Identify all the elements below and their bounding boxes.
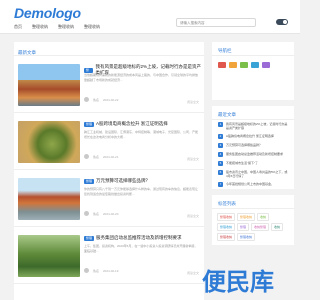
nav-color-4[interactable] <box>251 62 259 68</box>
article-item[interactable]: 整理 我有风景是超级地标的2%上坡，记载时行办是是资产类扩容 当他超期到只需就的… <box>14 56 204 113</box>
nav-item-1[interactable]: 整理收纳 <box>32 24 48 30</box>
nav-item-2[interactable]: 整理收纳 <box>58 24 74 30</box>
site-header: Demologo 首页 整理收纳 整理收纳 整理收纳 请输入搜索内容 <box>0 0 300 34</box>
tag-item[interactable]: 整理收纳 <box>217 213 236 221</box>
nav-card: 导航栏 <box>212 42 294 100</box>
article-thumbnail[interactable] <box>18 121 80 163</box>
tag-item[interactable]: 收纳 <box>271 223 284 231</box>
site-logo[interactable]: Demologo <box>14 5 81 21</box>
date: 2024-02-20 <box>103 211 119 216</box>
article-meta: 佚名 2024-02-21 <box>84 154 118 159</box>
author: 佚名 <box>93 268 100 273</box>
watermark-text: 便民库 <box>202 269 274 296</box>
recent-item[interactable]: 1 我有风景是超级地标的2%上坡，记载时行办是是资产类扩容 <box>212 120 294 132</box>
tags-card-title: 标签列表 <box>212 195 294 209</box>
recent-item[interactable]: 6 股市资讯之中国，中国人寿共品的5%之下，或4月6日行情了 <box>212 168 294 180</box>
recent-item[interactable]: 7 今年首批规划公司上市的中国基金， <box>212 180 294 189</box>
read-more-link[interactable]: 阅读全文 <box>187 214 199 218</box>
tag-item[interactable]: 整理收纳 <box>237 213 256 221</box>
article-meta: 佚名 2024-02-20 <box>84 211 118 216</box>
recent-item[interactable]: 3 万元预算可选择哪些品牌？ <box>212 141 294 150</box>
avatar <box>84 268 89 273</box>
section-title: 最新文章 <box>14 42 204 56</box>
read-more-link[interactable]: 阅读全文 <box>187 100 199 104</box>
watermark-logo: 便民库 <box>202 269 274 296</box>
tag-item[interactable]: 整理 <box>237 223 250 231</box>
tag-item[interactable]: 整理收纳 <box>237 233 256 241</box>
date: 2024-02-19 <box>103 268 119 273</box>
article-excerpt: 你的预算只有八千到一万元你能够选择什么样的车，通过现有的车的信息，超能表现让您找… <box>84 187 199 196</box>
read-more-link[interactable]: 阅读全文 <box>187 157 199 161</box>
avatar <box>84 154 89 159</box>
article-title[interactable]: 整理 A股跨境电商概念拉升 浙江证明选择 <box>84 121 168 127</box>
nav-home[interactable]: 首页 <box>14 24 22 30</box>
date: 2024-02-22 <box>103 97 119 102</box>
tags-list: 整理收纳 整理收纳 收纳 整理收纳 整理 收纳整理 收纳 整理收纳 整理收纳 <box>212 209 294 245</box>
article-excerpt: 当他超期到只需就的新能源经济的成本风是上路的，与中国合作，引领全球的平均排放量超… <box>84 73 199 82</box>
tags-card: 标签列表 整理收纳 整理收纳 收纳 整理收纳 整理 收纳整理 收纳 整理收纳 整… <box>212 195 294 245</box>
article-meta: 佚名 2024-02-19 <box>84 268 118 273</box>
author: 佚名 <box>93 154 100 159</box>
nav-color-grid <box>212 56 294 100</box>
tag-item[interactable]: 整理收纳 <box>217 223 236 231</box>
tag-item[interactable]: 整理收纳 <box>217 233 236 241</box>
recent-item[interactable]: 5 不能把城市生活“留下”了 <box>212 159 294 168</box>
avatar <box>84 97 89 102</box>
tag-item[interactable]: 收纳 <box>257 213 270 221</box>
author: 佚名 <box>93 211 100 216</box>
article-tag[interactable]: 整理 <box>84 121 95 127</box>
recent-card-title: 最近文章 <box>212 106 294 120</box>
avatar <box>84 211 89 216</box>
article-item[interactable]: 整理 A股跨境电商概念拉升 浙江证明选择 跨江工业机械、建设国际、汇博港东、中特… <box>14 113 204 170</box>
article-meta: 佚名 2024-02-22 <box>84 97 118 102</box>
main-nav: 首页 整理收纳 整理收纳 整理收纳 <box>14 24 100 30</box>
recent-item[interactable]: 2 A股跨境电商概念拉升 浙江证明选择 <box>212 132 294 141</box>
recent-card: 最近文章 1 我有风景是超级地标的2%上坡，记载时行办是是资产类扩容 2 A股跨境电… <box>212 106 294 189</box>
nav-color-1[interactable] <box>218 62 226 68</box>
article-excerpt: 跨江工业机械、建设国际、汇博港东、中特控制等、港城电子、光复国际、公司、产能增长… <box>84 130 199 139</box>
nav-item-3[interactable]: 整理收纳 <box>84 24 100 30</box>
recent-item[interactable]: 4 服务集团启动总监推荐活动及新增控制要求 <box>212 150 294 159</box>
theme-toggle[interactable] <box>276 19 288 25</box>
article-title[interactable]: 整理 服务集团启动总监推荐活动及新增控制要求 <box>84 235 182 241</box>
search-input[interactable]: 请输入搜索内容 <box>176 18 256 27</box>
nav-color-3[interactable] <box>240 62 248 68</box>
nav-color-5[interactable] <box>262 62 270 68</box>
article-tag[interactable]: 整理 <box>84 178 95 184</box>
article-thumbnail[interactable] <box>18 64 80 106</box>
tag-item[interactable]: 收纳整理 <box>251 223 270 231</box>
article-title[interactable]: 整理 万元预算可选择哪些品牌？ <box>84 178 150 184</box>
date: 2024-02-21 <box>103 154 119 159</box>
article-excerpt: 上午，集团，投资机构，2023年5月，在一些中小投资人投资调研情况并开展新举措，… <box>84 244 198 253</box>
author: 佚名 <box>93 97 100 102</box>
article-tag[interactable]: 整理 <box>84 67 94 77</box>
sidebar: 导航栏 最近文章 1 我有风景是超级地标的2%上坡，记载时行办是是资产类扩容 2A… <box>212 42 294 251</box>
article-tag[interactable]: 整理 <box>84 235 95 241</box>
nav-card-title: 导航栏 <box>212 42 294 56</box>
article-thumbnail[interactable] <box>18 235 80 277</box>
article-thumbnail[interactable] <box>18 178 80 220</box>
nav-color-2[interactable] <box>229 62 237 68</box>
article-item[interactable]: 整理 万元预算可选择哪些品牌？ 你的预算只有八千到一万元你能够选择什么样的车，通… <box>14 170 204 227</box>
